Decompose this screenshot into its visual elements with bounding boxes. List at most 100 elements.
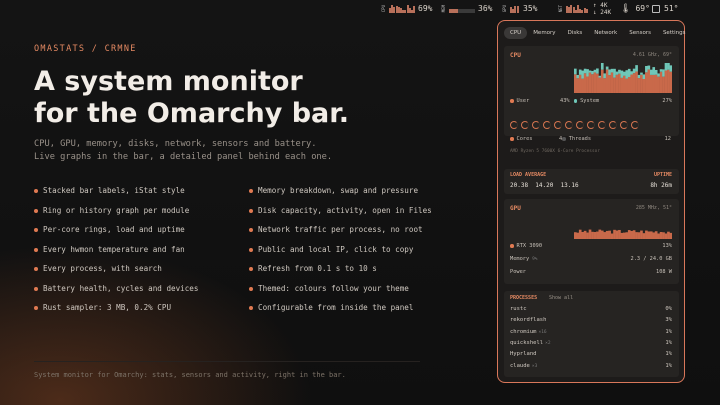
- process-row[interactable]: chromium ×16 1%: [510, 329, 672, 335]
- process-name: quickshell: [510, 339, 544, 346]
- process-row[interactable]: claude ×3 1%: [510, 363, 672, 369]
- cpu-sparkline: [389, 4, 416, 13]
- graph-bar: [620, 77, 624, 93]
- graph-bar: [662, 232, 665, 239]
- graph-bar: [647, 69, 651, 93]
- feature-item-right: Refresh from 0.1 s to 10 s: [249, 264, 377, 273]
- subtitle: CPU, GPU, memory, disks, network, sensor…: [34, 138, 474, 164]
- process-row[interactable]: quickshell ×2 1%: [510, 340, 672, 346]
- cores-dot-icon: [510, 137, 514, 141]
- network-module[interactable]: NET ↑ 4K ↓ 24K: [558, 1, 611, 16]
- graph-bar: [615, 230, 619, 239]
- graph-bar: [598, 77, 602, 93]
- gpu-memory-value: 2.3 / 24.0 GB: [630, 256, 672, 262]
- headline-line-1: A system monitor: [34, 66, 303, 97]
- graph-bar: [583, 73, 587, 93]
- memory-module-label: MEM: [441, 4, 446, 13]
- feature-item-left: Every hwmon temperature and fan: [34, 245, 185, 254]
- gpu-dot-icon: [510, 244, 514, 248]
- graph-bar-system: [608, 69, 611, 76]
- temp-module-1[interactable]: 🌡 69°: [620, 1, 650, 16]
- graph-bar: [664, 233, 668, 239]
- temp-module-2[interactable]: 51°: [652, 1, 678, 16]
- graph-bar: [615, 74, 619, 93]
- cpu-module[interactable]: CPU 69%: [381, 1, 432, 16]
- bullet-icon: [34, 228, 38, 232]
- graph-bar-system: [662, 69, 665, 77]
- core-ring: [554, 121, 562, 129]
- process-row[interactable]: rekordflash 3%: [510, 317, 672, 323]
- graph-bar: [603, 232, 607, 239]
- system-dot-icon: [573, 99, 578, 103]
- feature-item-left: Per-core rings, load and uptime: [34, 225, 185, 234]
- gpu-module[interactable]: GPU 35%: [502, 1, 537, 16]
- gpu-power-row: Power 108 W: [510, 269, 672, 275]
- feature-text: Rust sampler: 3 MB, 0.2% CPU: [43, 303, 172, 312]
- show-all-link[interactable]: Show all: [549, 295, 573, 301]
- graph-bar: [632, 230, 636, 239]
- graph-bar: [630, 74, 633, 93]
- graph-bar-system: [645, 65, 648, 73]
- tab-settings[interactable]: Settings: [657, 27, 692, 39]
- graph-bar: [574, 232, 577, 239]
- memory-module[interactable]: MEM 36%: [441, 1, 492, 16]
- graph-bar-system: [667, 63, 670, 70]
- tab-sensors[interactable]: Sensors: [623, 27, 657, 39]
- feature-item-left: Stacked bar labels, iStat style: [34, 186, 185, 195]
- graph-bar: [600, 69, 604, 93]
- feature-text: Battery health, cycles and devices: [43, 283, 199, 293]
- feature-text: Refresh from 0.1 s to 10 s: [258, 264, 377, 273]
- subtitle-line-2: Live graphs in the bar, a detailed panel…: [34, 152, 333, 162]
- graph-bar-system: [642, 74, 646, 79]
- graph-bar-system: [635, 65, 638, 72]
- feature-item-right: Configurable from inside the panel: [249, 303, 413, 312]
- tab-cpu[interactable]: CPU: [504, 27, 528, 39]
- graph-bar: [600, 230, 604, 239]
- tab-disks[interactable]: Disks: [562, 27, 589, 39]
- cpu-module-label: CPU: [381, 4, 386, 13]
- feature-item-left: Ring or history graph per module: [34, 206, 189, 215]
- bullet-icon: [34, 247, 38, 252]
- graph-bar: [620, 232, 624, 239]
- process-name: rustc: [510, 306, 527, 312]
- uptime-title: UPTIME: [653, 172, 672, 178]
- process-row[interactable]: Hyprland 1%: [510, 351, 672, 357]
- process-row[interactable]: rustc 0%: [510, 306, 672, 312]
- feature-text: Memory breakdown, swap and pressure: [258, 186, 419, 195]
- gpu-meta: 285 MHz, 51°: [635, 205, 672, 211]
- graph-bar: [635, 71, 638, 93]
- graph-bar-system: [596, 68, 599, 74]
- graph-bar: [657, 233, 660, 239]
- feature-text: Per-core rings, load and uptime: [43, 225, 185, 234]
- tab-network[interactable]: Network: [588, 27, 623, 39]
- graph-bar: [640, 74, 643, 93]
- process-cpu: 3%: [665, 317, 672, 324]
- tab-memory[interactable]: Memory: [527, 27, 561, 39]
- core-ring: [620, 121, 628, 129]
- gpu-usage-value: 13%: [662, 243, 672, 249]
- uptime-value: 8h 26m: [650, 182, 672, 189]
- graph-bar: [657, 76, 660, 93]
- thermometer-icon: 🌡: [620, 3, 632, 14]
- graph-bar-system: [659, 69, 663, 72]
- graph-bar-system: [625, 70, 629, 79]
- graph-bar: [642, 233, 646, 239]
- graph-bar: [591, 231, 594, 239]
- graph-bar: [627, 230, 631, 239]
- gpu-memory-percent: 9%: [532, 256, 538, 262]
- gpu-name-row: RTX 3090 13%: [510, 243, 672, 249]
- graph-bar-system: [630, 71, 633, 75]
- sparkline-bar: [516, 6, 519, 13]
- graph-bar: [608, 230, 611, 239]
- graph-bar: [654, 231, 658, 239]
- graph-bar: [610, 233, 614, 239]
- core-ring: [521, 121, 529, 129]
- gpu-memory-label: Memory: [510, 256, 530, 262]
- core-ring: [510, 121, 518, 129]
- graph-bar: [588, 72, 592, 93]
- graph-bar-system: [610, 68, 614, 73]
- cores-label: Cores: [516, 136, 533, 142]
- gpu-card: GPU 285 MHz, 51° RTX 3090 13% Memory 9% 2…: [504, 199, 679, 284]
- core-ring: [543, 121, 551, 129]
- process-cpu: 1%: [665, 362, 672, 369]
